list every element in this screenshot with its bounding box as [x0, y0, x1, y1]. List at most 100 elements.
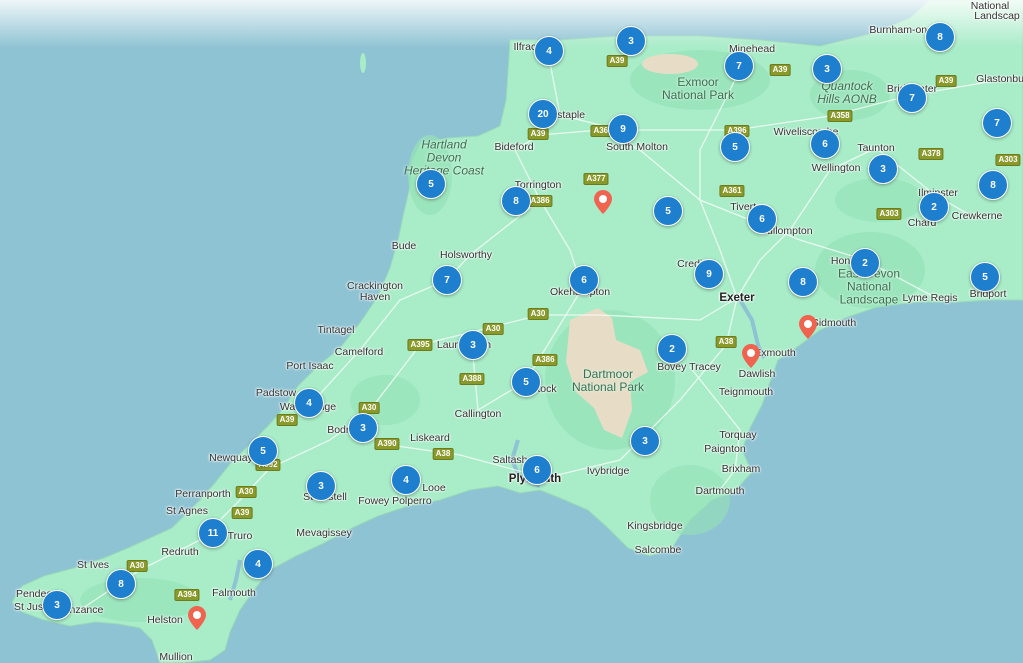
place-label-newquay: Newquay: [209, 452, 253, 464]
place-label-looe: Looe: [422, 482, 446, 494]
cluster-marker[interactable]: 11: [198, 518, 228, 548]
location-pin-icon[interactable]: [799, 315, 817, 339]
road-shield: A361: [719, 185, 745, 197]
road-shield: A38: [715, 336, 737, 348]
place-label-teignmouth: Teignmouth: [718, 386, 774, 398]
cluster-marker[interactable]: 7: [432, 265, 462, 295]
moor-highland: [642, 54, 698, 74]
cluster-marker[interactable]: 2: [850, 248, 880, 278]
cluster-marker[interactable]: 4: [391, 465, 421, 495]
place-label-paignton: Paignton: [704, 443, 746, 455]
cluster-marker[interactable]: 7: [982, 108, 1012, 138]
road-shield: A30: [235, 486, 257, 498]
lundy-island: [360, 53, 366, 73]
cluster-marker[interactable]: 8: [978, 170, 1008, 200]
cluster-marker[interactable]: 20: [528, 99, 558, 129]
road-shield: A358: [827, 110, 853, 122]
road-shield: A386: [527, 195, 553, 207]
place-label-truro: Truro: [227, 530, 253, 542]
road-shield: A378: [918, 148, 944, 160]
cluster-marker[interactable]: 7: [724, 51, 754, 81]
cluster-marker[interactable]: 3: [630, 426, 660, 456]
location-pin-icon[interactable]: [742, 344, 760, 368]
road-shield: A30: [527, 308, 549, 320]
road-shield: A30: [126, 560, 148, 572]
place-label-exmouth: Exmouth: [754, 347, 796, 359]
road-shield: A395: [407, 339, 433, 351]
place-label-tintagel: Tintagel: [317, 324, 355, 336]
cluster-marker[interactable]: 3: [616, 26, 646, 56]
cluster-marker[interactable]: 5: [248, 436, 278, 466]
cluster-marker[interactable]: 5: [653, 196, 683, 226]
cluster-marker[interactable]: 6: [569, 265, 599, 295]
road-shield: A388: [459, 373, 485, 385]
park-label-exmoor: Exmoor National Park: [662, 76, 734, 102]
cluster-marker[interactable]: 9: [608, 114, 638, 144]
place-label-stagnes: St Agnes: [165, 505, 209, 517]
place-label-camelford: Camelford: [334, 346, 384, 358]
place-label-holsworthy: Holsworthy: [440, 249, 492, 261]
cluster-marker[interactable]: 7: [897, 83, 927, 113]
place-label-kingsbridge: Kingsbridge: [627, 520, 683, 532]
location-pin-icon[interactable]: [188, 606, 206, 630]
park-label-line: Landscape: [839, 292, 899, 307]
cluster-marker[interactable]: 4: [243, 549, 273, 579]
cluster-marker[interactable]: 6: [522, 455, 552, 485]
cluster-marker[interactable]: 3: [458, 330, 488, 360]
cluster-marker[interactable]: 2: [657, 334, 687, 364]
map-view[interactable]: Exmoor National Park Quantock Hills AONB Har…: [0, 0, 1023, 663]
place-label-southmolton: South Molton: [606, 141, 668, 153]
road-shield: A39: [276, 414, 298, 426]
place-label-exeter: Exeter: [719, 292, 755, 304]
cluster-marker[interactable]: 6: [810, 129, 840, 159]
road-shield: A38: [432, 448, 454, 460]
cluster-marker[interactable]: 8: [106, 569, 136, 599]
place-label-dartmouth: Dartmouth: [695, 485, 745, 497]
cluster-marker[interactable]: 3: [348, 413, 378, 443]
road-shield: A30: [482, 323, 504, 335]
cluster-marker[interactable]: 8: [501, 186, 531, 216]
place-label-sidmouth: Sidmouth: [811, 317, 857, 329]
park-label-line: National Park: [661, 88, 735, 102]
cluster-marker[interactable]: 3: [306, 471, 336, 501]
road-shield: A39: [769, 64, 791, 76]
cluster-marker[interactable]: 4: [534, 36, 564, 66]
road-shield: A39: [935, 75, 957, 87]
place-label-falmouth: Falmouth: [212, 587, 256, 599]
cluster-marker[interactable]: 5: [970, 262, 1000, 292]
cluster-marker[interactable]: 3: [868, 154, 898, 184]
road-shield: A39: [606, 55, 628, 67]
cluster-marker[interactable]: 5: [511, 367, 541, 397]
cluster-marker[interactable]: 9: [694, 259, 724, 289]
park-label-line: Hills AONB: [817, 92, 877, 106]
place-label-callington: Callington: [454, 408, 502, 420]
place-label-salcombe: Salcombe: [634, 544, 682, 556]
cluster-marker[interactable]: 5: [416, 169, 446, 199]
cluster-marker[interactable]: 2: [919, 192, 949, 222]
place-label-foweypolperro: Fowey Polperro: [358, 495, 432, 507]
place-label-bideford: Bideford: [494, 141, 534, 153]
cluster-marker[interactable]: 3: [812, 54, 842, 84]
park-label-hartland: Hartland Devon Heritage Coast: [404, 138, 484, 178]
place-label-ivybridge: Ivybridge: [586, 465, 630, 477]
road-shield: A377: [583, 173, 609, 185]
cluster-marker[interactable]: 3: [42, 590, 72, 620]
place-label-taunton: Taunton: [857, 142, 895, 154]
place-label-dawlish: Dawlish: [738, 368, 776, 380]
road-shield: A390: [374, 438, 400, 450]
park-label-line: National Park: [571, 380, 645, 394]
place-label-redruth: Redruth: [161, 546, 199, 558]
place-label-crewkerne: Crewkerne: [951, 210, 1003, 222]
place-label-landscape: Landscap: [974, 10, 1020, 22]
place-label-liskeard: Liskeard: [410, 432, 450, 444]
cluster-marker[interactable]: 8: [788, 267, 818, 297]
place-label-glastonbury: Glastonbu: [976, 73, 1023, 85]
place-label-portisaac: Port Isaac: [286, 360, 334, 372]
cluster-marker[interactable]: 5: [720, 132, 750, 162]
cluster-marker[interactable]: 6: [747, 204, 777, 234]
cluster-marker[interactable]: 8: [925, 22, 955, 52]
place-label-mevagissey: Mevagissey: [296, 527, 352, 539]
cluster-marker[interactable]: 4: [294, 388, 324, 418]
place-label-helston: Helston: [147, 614, 183, 626]
location-pin-icon[interactable]: [594, 190, 612, 214]
